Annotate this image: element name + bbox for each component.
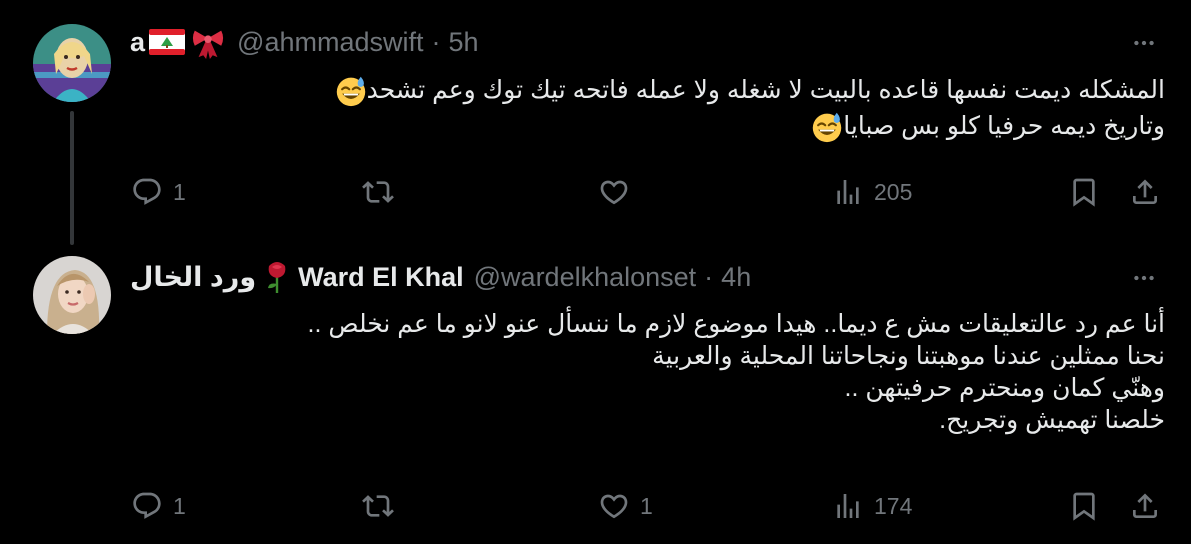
repost-icon bbox=[362, 176, 394, 208]
reply-icon bbox=[131, 176, 163, 208]
views-icon bbox=[832, 176, 864, 208]
display-name[interactable]: a bbox=[130, 27, 145, 58]
views-count: 205 bbox=[874, 178, 913, 205]
action-bar: 1 1 174 bbox=[0, 486, 1191, 526]
share-icon bbox=[1129, 490, 1161, 522]
repost-icon bbox=[362, 490, 394, 522]
share-icon bbox=[1129, 176, 1161, 208]
more-icon[interactable] bbox=[1127, 261, 1161, 295]
action-bar: 1 205 bbox=[0, 172, 1191, 212]
separator-dot: · bbox=[704, 261, 714, 292]
rose-icon bbox=[264, 260, 290, 294]
tweet-text-line: خلصنا تهميش وتجريح. bbox=[939, 406, 1165, 434]
sweat-smile-emoji bbox=[811, 111, 843, 143]
reply-button[interactable]: 1 bbox=[131, 486, 186, 526]
views-count: 174 bbox=[874, 492, 913, 519]
repost-button[interactable] bbox=[362, 172, 404, 212]
sweat-smile-emoji bbox=[335, 75, 367, 107]
tweet-text: المشكله ديمت نفسها قاعده بالبيت لا شغله … bbox=[130, 72, 1165, 144]
ribbon-icon bbox=[191, 25, 225, 59]
display-name-arabic[interactable]: ورد الخال bbox=[130, 262, 256, 293]
timestamp[interactable]: 4h bbox=[721, 262, 751, 293]
reply-button[interactable]: 1 bbox=[131, 172, 186, 212]
reply-count: 1 bbox=[173, 492, 186, 519]
tweet-text-line: وهنّي كمان ومنحترم حرفيتهن .. bbox=[844, 374, 1165, 402]
display-name[interactable]: Ward El Khal bbox=[298, 262, 464, 293]
views-icon bbox=[832, 490, 864, 522]
tweet-text-line: المشكله ديمت نفسها قاعده بالبيت لا شغله … bbox=[366, 76, 1165, 104]
reply-icon bbox=[131, 490, 163, 522]
more-icon[interactable] bbox=[1127, 26, 1161, 60]
tweet-text: أنا عم رد عالتعليقات مش ع ديما.. هيدا مو… bbox=[130, 308, 1166, 436]
like-count: 1 bbox=[640, 492, 653, 519]
tweet-text-line: وتاريخ ديمه حرفيا كلو بس صبايا bbox=[843, 112, 1165, 140]
like-button[interactable]: 1 bbox=[598, 486, 653, 526]
bookmark-button[interactable] bbox=[1068, 172, 1100, 212]
bookmark-icon bbox=[1068, 490, 1100, 522]
share-button[interactable] bbox=[1129, 486, 1161, 526]
tweet-header: ورد الخال Ward El Khal @wardelkhalonset … bbox=[130, 260, 1130, 294]
like-icon bbox=[598, 176, 630, 208]
handle[interactable]: @ahmmadswift bbox=[237, 27, 423, 58]
tweet-text-line: نحنا ممثلين عندنا موهبتنا ونجاحاتنا المح… bbox=[652, 342, 1165, 370]
like-icon bbox=[598, 490, 630, 522]
tweet[interactable]: ورد الخال Ward El Khal @wardelkhalonset … bbox=[0, 236, 1191, 544]
avatar[interactable] bbox=[33, 24, 111, 102]
bookmark-button[interactable] bbox=[1068, 486, 1100, 526]
repost-button[interactable] bbox=[362, 486, 404, 526]
timestamp[interactable]: 5h bbox=[449, 27, 479, 58]
bookmark-icon bbox=[1068, 176, 1100, 208]
lebanon-flag-icon bbox=[149, 29, 186, 55]
avatar[interactable] bbox=[33, 256, 111, 334]
views-button[interactable]: 174 bbox=[832, 486, 912, 526]
handle[interactable]: @wardelkhalonset bbox=[474, 262, 697, 293]
tweet-text-line: أنا عم رد عالتعليقات مش ع ديما.. هيدا مو… bbox=[307, 310, 1166, 338]
tweet[interactable]: a @ahmmadswift · 5h المشكله ديمت نفسها ق… bbox=[0, 0, 1191, 245]
views-button[interactable]: 205 bbox=[832, 172, 912, 212]
share-button[interactable] bbox=[1129, 172, 1161, 212]
tweet-header: a @ahmmadswift · 5h bbox=[130, 25, 1130, 59]
reply-count: 1 bbox=[173, 178, 186, 205]
like-button[interactable] bbox=[598, 172, 640, 212]
separator-dot: · bbox=[431, 26, 441, 57]
